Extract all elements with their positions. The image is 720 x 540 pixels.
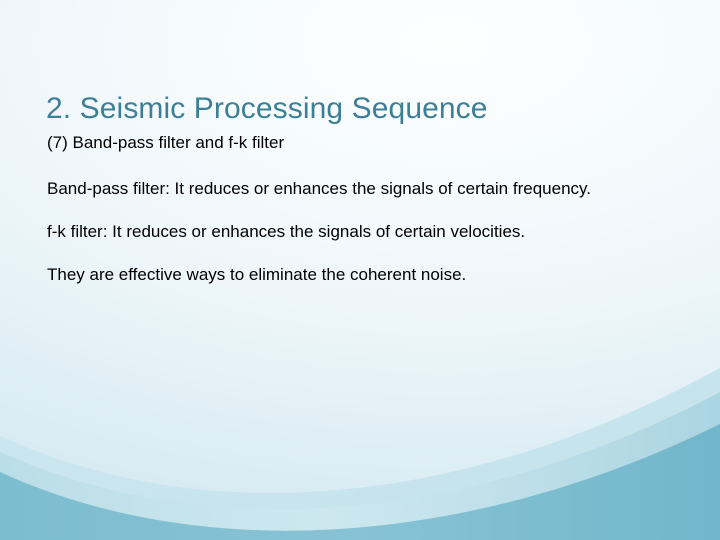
- slide-body: (7) Band-pass filter and f-k filter Band…: [47, 130, 664, 287]
- body-paragraph-2: Band-pass filter: It reduces or enhances…: [47, 179, 591, 198]
- slide-canvas: 2. Seismic Processing Sequence (7) Band-…: [0, 0, 720, 540]
- swoosh-faint-upper: [0, 368, 720, 540]
- body-paragraph-1: (7) Band-pass filter and f-k filter: [47, 133, 285, 152]
- page-title: 2. Seismic Processing Sequence: [46, 92, 488, 126]
- body-paragraph-3: f-k filter: It reduces or enhances the s…: [47, 222, 526, 241]
- swoosh-dark-lower: [0, 424, 720, 540]
- swoosh-light-middle: [0, 392, 720, 540]
- body-paragraph-4: They are effective ways to eliminate the…: [47, 265, 467, 284]
